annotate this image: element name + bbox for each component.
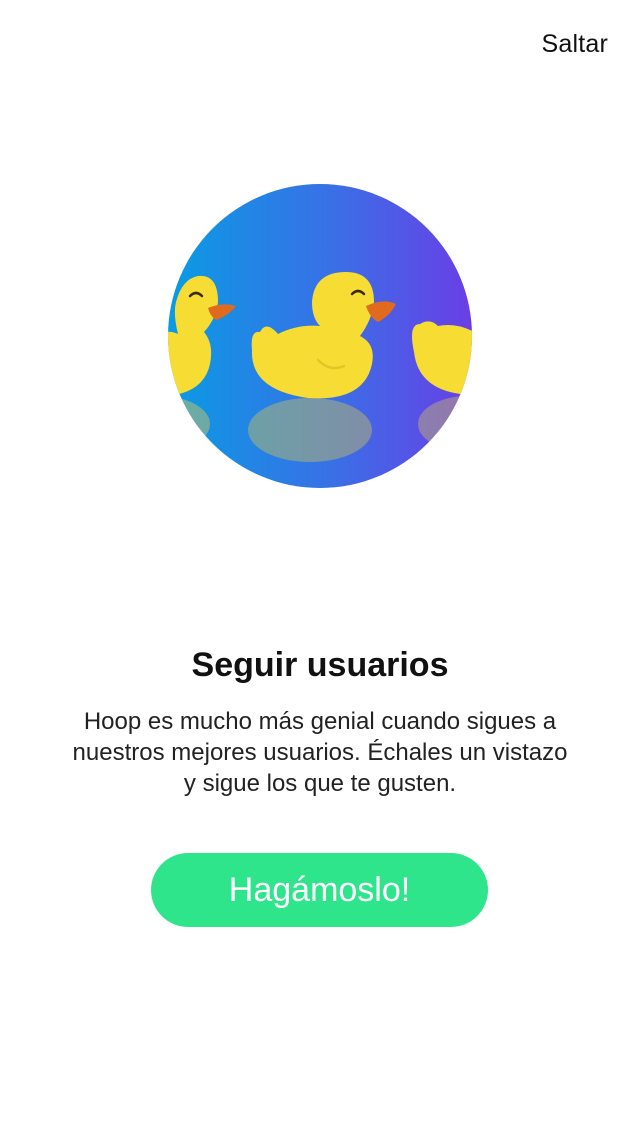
description-text: Hoop es mucho más genial cuando sigues a…	[72, 708, 568, 797]
lets-do-it-button[interactable]: Hagámoslo!	[151, 853, 488, 927]
hero-illustration	[168, 184, 472, 488]
skip-button[interactable]: Saltar	[541, 30, 608, 59]
rubber-ducks-icon	[168, 184, 472, 488]
page-title: Seguir usuarios	[191, 646, 449, 684]
